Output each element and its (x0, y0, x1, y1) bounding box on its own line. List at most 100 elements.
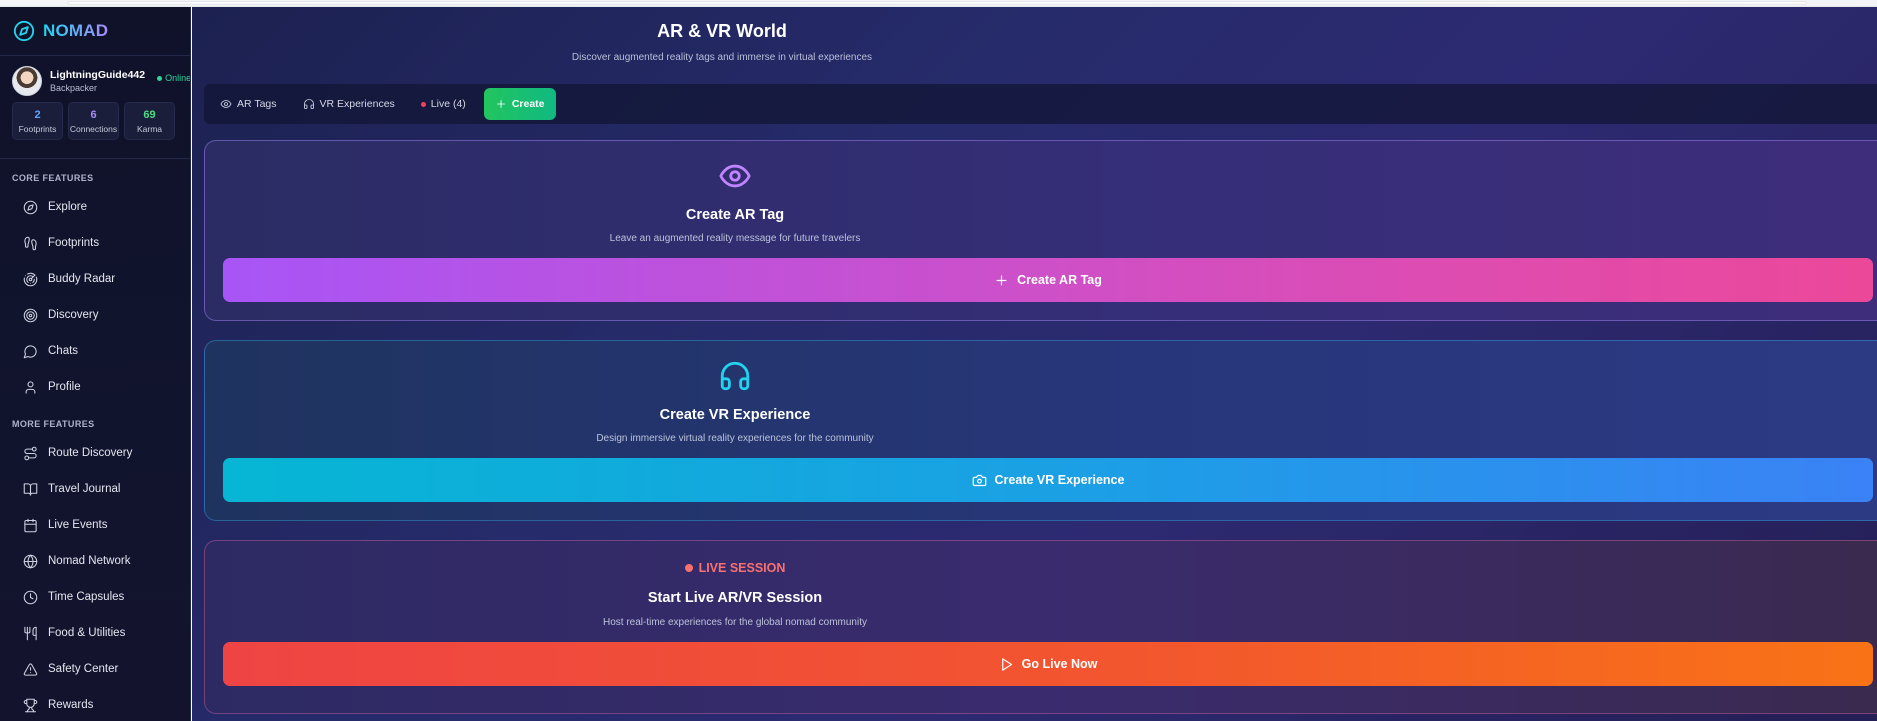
card-icon-wrap (205, 159, 1265, 193)
user-stats: 2 Footprints 6 Connections 69 Karma (12, 102, 178, 140)
sidebar-item-label: Route Discovery (48, 447, 133, 459)
sidebar-item-label: Time Capsules (48, 591, 125, 603)
card-title: Create AR Tag (685, 207, 785, 223)
tab-live[interactable]: Live (4) (411, 90, 476, 118)
eye-icon (719, 164, 751, 188)
sidebar-item-explore[interactable]: Explore (0, 189, 190, 225)
button-label: Create VR Experience (994, 473, 1125, 487)
live-dot-icon (420, 101, 426, 107)
live-dot-icon (684, 564, 693, 572)
stat-value: 6 (90, 108, 97, 121)
create-vr-experience-card: Create VR Experience Design immersive vi… (204, 340, 1877, 521)
sidebar-item-label: Profile (48, 381, 81, 393)
sidebar-item-profile[interactable]: Profile (0, 369, 190, 405)
create-ar-tag-card: Create AR Tag Leave an augmented reality… (204, 140, 1877, 321)
tab-vr-experiences[interactable]: VR Experiences (293, 90, 405, 118)
sidebar-item-label: Footprints (48, 237, 100, 249)
section-title-core: CORE FEATURES (12, 173, 94, 183)
stat-connections: 6 Connections (68, 102, 119, 140)
stat-value: 2 (34, 108, 41, 121)
footprints-icon (24, 236, 37, 250)
sidebar-item-label: Safety Center (48, 663, 119, 675)
trophy-icon (23, 698, 38, 712)
card-title: Start Live AR/VR Session (647, 590, 823, 606)
tab-label: Create (511, 98, 545, 110)
sidebar-item-footprints[interactable]: Footprints (0, 225, 190, 261)
stat-label: Karma (136, 123, 163, 134)
browser-scroll-strip (0, 0, 1877, 7)
button-label: Create AR Tag (1017, 273, 1102, 287)
eye-icon (220, 100, 232, 108)
stat-footprints: 2 Footprints (12, 102, 63, 140)
sidebar-item-safety-center[interactable]: Safety Center (0, 651, 190, 687)
stat-value: 69 (143, 108, 156, 121)
sidebar-item-label: Live Events (48, 519, 108, 531)
target-icon (23, 308, 38, 322)
sidebar-item-buddy-radar[interactable]: Buddy Radar (0, 261, 190, 297)
card-subtitle: Host real-time experiences for the globa… (602, 617, 867, 628)
card-subtitle: Design immersive virtual reality experie… (596, 433, 874, 444)
tab-bar: AR Tags VR Experiences Live (4) Create (204, 84, 1877, 124)
sidebar-item-route-discovery[interactable]: Route Discovery (0, 435, 190, 471)
tab-ar-tags[interactable]: AR Tags (210, 90, 287, 118)
warning-icon (23, 662, 38, 676)
online-label: Online (165, 73, 191, 83)
tab-label: AR Tags (237, 98, 277, 110)
sidebar-item-chats[interactable]: Chats (0, 333, 190, 369)
sidebar-item-time-capsules[interactable]: Time Capsules (0, 579, 190, 615)
tab-create[interactable]: Create (483, 88, 556, 120)
online-status: Online (157, 73, 191, 83)
brand-name: NOMAD (43, 21, 109, 40)
headphones-icon (720, 361, 750, 391)
go-live-button[interactable]: Go Live Now (223, 642, 1873, 686)
sidebar-item-live-events[interactable]: Live Events (0, 507, 190, 543)
live-session-card: LIVE SESSION Start Live AR/VR Session Ho… (204, 540, 1877, 714)
clock-icon (23, 590, 38, 604)
stat-karma: 69 Karma (124, 102, 175, 140)
create-vr-experience-button[interactable]: Create VR Experience (223, 458, 1873, 502)
tab-label: Live (4) (430, 98, 466, 110)
sidebar: NOMAD LightningGuide442 Backpacker Onlin… (0, 7, 191, 721)
compass-icon (23, 200, 38, 214)
plus-icon (996, 275, 1007, 285)
card-subtitle: Leave an augmented reality message for f… (609, 233, 861, 244)
sidebar-item-label: Buddy Radar (48, 273, 116, 285)
button-label: Go Live Now (1021, 657, 1098, 671)
main-content: AR & VR World Discover augmented reality… (192, 7, 1877, 721)
user-name: LightningGuide442 (50, 69, 146, 81)
sidebar-item-rewards[interactable]: Rewards (0, 687, 190, 721)
live-session-badge: LIVE SESSION (205, 561, 1265, 575)
horizontal-scrollbar[interactable] (67, 1, 1807, 5)
sidebar-item-food-utilities[interactable]: Food & Utilities (0, 615, 190, 651)
stat-label: Connections (69, 123, 118, 134)
create-ar-tag-button[interactable]: Create AR Tag (223, 258, 1873, 302)
sidebar-item-nomad-network[interactable]: Nomad Network (0, 543, 190, 579)
camera-icon (972, 474, 986, 486)
sidebar-item-label: Discovery (48, 309, 99, 321)
sidebar-item-label: Explore (48, 201, 87, 213)
sidebar-item-travel-journal[interactable]: Travel Journal (0, 471, 190, 507)
compass-icon (13, 20, 35, 42)
avatar[interactable] (12, 66, 42, 96)
user-role: Backpacker (50, 83, 98, 93)
headphones-icon (303, 99, 314, 109)
sidebar-item-discovery[interactable]: Discovery (0, 297, 190, 333)
chat-icon (23, 344, 37, 358)
play-icon (1001, 657, 1012, 671)
calendar-icon (24, 518, 37, 532)
page-title: AR & VR World (657, 21, 787, 41)
user-icon (25, 380, 36, 394)
badge-label: LIVE SESSION (698, 561, 786, 575)
route-icon (24, 446, 37, 460)
brand[interactable]: NOMAD (0, 7, 190, 56)
sidebar-item-label: Chats (48, 345, 79, 357)
card-icon-wrap (205, 359, 1265, 393)
utensils-icon (24, 626, 37, 640)
card-title: Create VR Experience (659, 407, 811, 423)
section-title-more: MORE FEATURES (12, 419, 95, 429)
plus-icon (496, 100, 505, 108)
book-icon (23, 482, 38, 496)
stat-label: Footprints (18, 123, 57, 134)
sidebar-item-label: Food & Utilities (48, 627, 126, 639)
online-dot-icon (157, 75, 163, 81)
